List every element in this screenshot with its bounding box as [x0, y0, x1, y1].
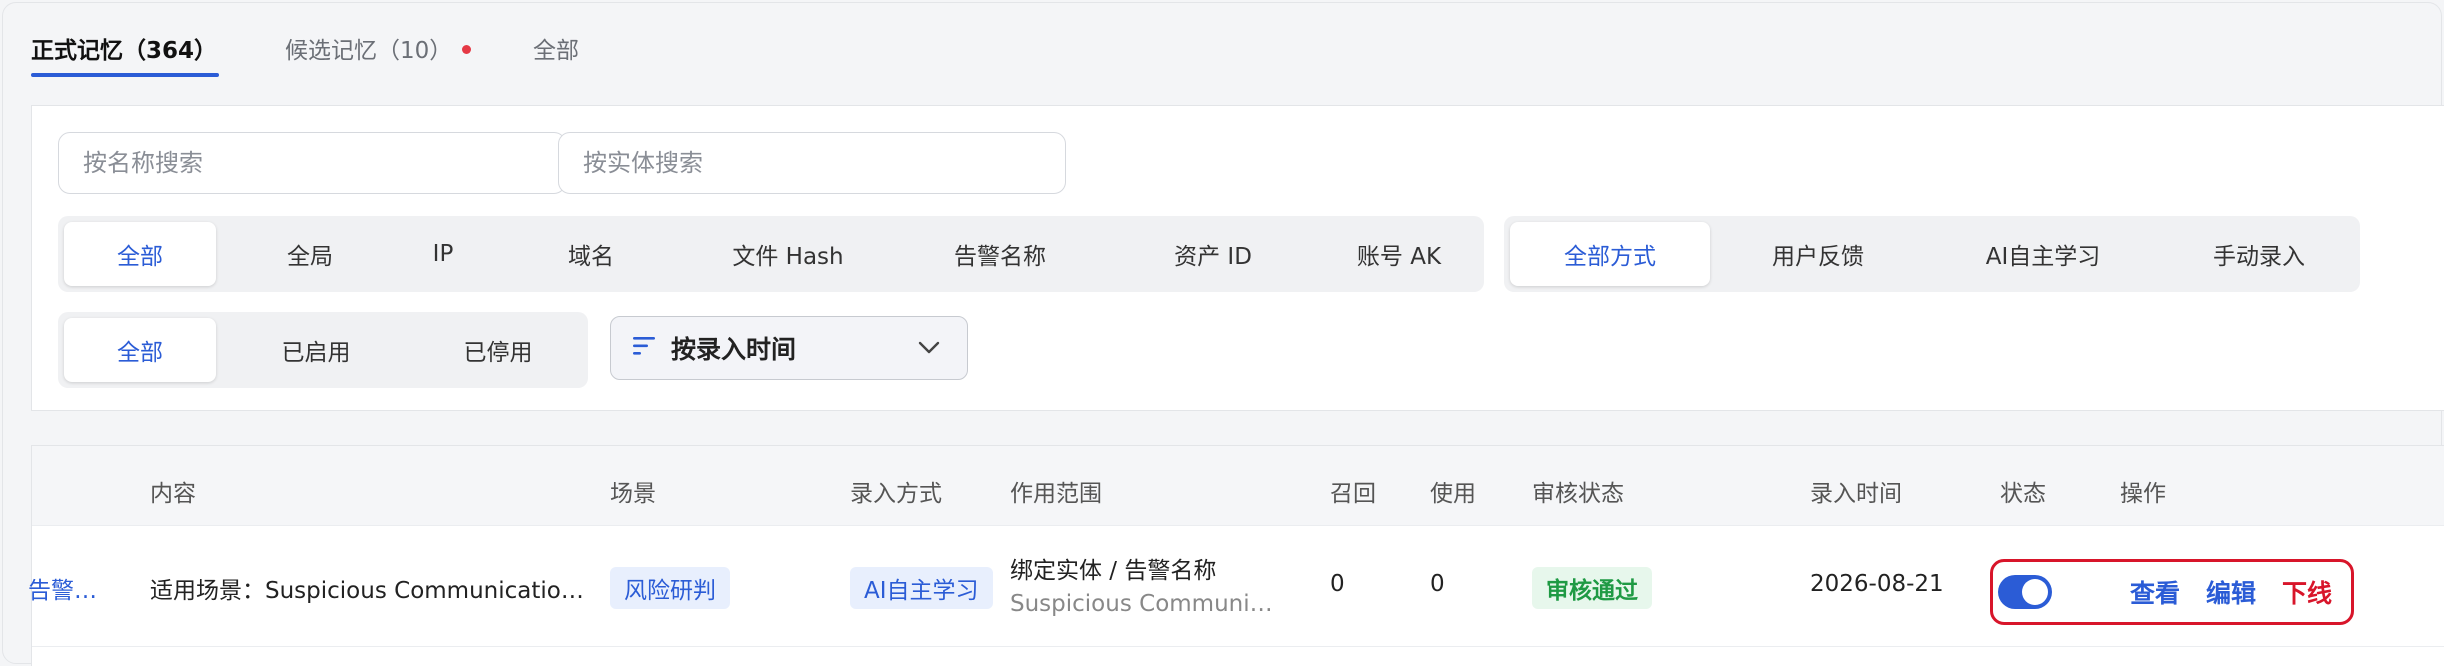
col-actions: 操作 [2120, 481, 2166, 507]
scope-sub: Suspicious Communi… [1010, 591, 1273, 617]
method-option-all[interactable]: 全部方式 [1510, 222, 1710, 286]
scope-main: 绑定实体 / 告警名称 [1010, 558, 1217, 584]
view-button[interactable]: 查看 [2130, 574, 2180, 610]
scope-option-asset-id[interactable]: 资产 ID [1128, 222, 1298, 286]
scope-option-account-ak[interactable]: 账号 AK [1314, 222, 1484, 286]
col-time: 录入时间 [1810, 481, 1902, 507]
col-method: 录入方式 [850, 481, 942, 507]
offline-button[interactable]: 下线 [2282, 574, 2332, 610]
search-by-entity-input[interactable] [583, 149, 1041, 177]
tab-formal-label: 正式记忆（364） [31, 38, 218, 64]
sort-dropdown-label: 按录入时间 [671, 335, 797, 364]
filter-panel: 全部 全局 IP 域名 文件 Hash 告警名称 资产 ID 账号 AK 全部方… [31, 105, 2444, 411]
col-review: 审核状态 [1532, 481, 1624, 507]
memory-table: 内容 场景 录入方式 作用范围 召回 使用 审核状态 录入时间 状态 操作 告警… [28, 445, 2444, 666]
col-recall: 召回 [1330, 481, 1376, 507]
tab-all-label: 全部 [533, 38, 579, 64]
sort-dropdown[interactable]: 按录入时间 [610, 316, 968, 380]
tab-all[interactable]: 全部 [533, 31, 579, 65]
unread-dot-icon [462, 45, 472, 54]
review-status-badge: 审核通过 [1532, 567, 1652, 609]
scope-option-all[interactable]: 全部 [64, 222, 216, 286]
tab-candidate-memory[interactable]: 候选记忆（10） [285, 31, 472, 65]
status-filter-segmented: 全部 已启用 已停用 [58, 312, 588, 388]
col-content: 内容 [150, 481, 196, 507]
scope-filter-segmented: 全部 全局 IP 域名 文件 Hash 告警名称 资产 ID 账号 AK [58, 216, 1484, 292]
col-usage: 使用 [1430, 481, 1476, 507]
chevron-down-icon [917, 337, 941, 363]
search-by-name-box [58, 132, 566, 194]
method-option-user-feedback[interactable]: 用户反馈 [1718, 222, 1918, 286]
col-scene: 场景 [610, 481, 656, 507]
scope-option-alert-name[interactable]: 告警名称 [910, 222, 1090, 286]
recall-count: 0 [1330, 571, 1345, 597]
table-row: 告警… 适用场景：Suspicious Communicatio… 风险研判 A… [28, 527, 2444, 647]
tab-candidate-label: 候选记忆（10） [285, 38, 453, 64]
status-option-disabled[interactable]: 已停用 [418, 318, 578, 382]
table-header: 内容 场景 录入方式 作用范围 召回 使用 审核状态 录入时间 状态 操作 [32, 446, 2444, 526]
sort-lines-icon [633, 335, 657, 361]
usage-count: 0 [1430, 571, 1445, 597]
tab-formal-memory[interactable]: 正式记忆（364） [31, 31, 217, 65]
status-option-all[interactable]: 全部 [64, 318, 216, 382]
entry-time: 2026-08-21 [1810, 571, 1944, 597]
scope-option-ip[interactable]: IP [388, 222, 498, 286]
col-scope: 作用范围 [1010, 481, 1102, 507]
search-by-name-input[interactable] [83, 149, 541, 177]
status-toggle[interactable] [1998, 575, 2052, 609]
search-by-entity-box [558, 132, 1066, 194]
app-frame: 正式记忆（364） 候选记忆（10） 全部 全部 全局 IP 域名 文件 Has… [2, 2, 2444, 666]
active-tab-underline [31, 73, 219, 77]
method-tag: AI自主学习 [850, 567, 993, 609]
edit-button[interactable]: 编辑 [2206, 574, 2256, 610]
status-option-enabled[interactable]: 已启用 [236, 318, 396, 382]
scope-option-global[interactable]: 全局 [246, 222, 374, 286]
scope-option-domain[interactable]: 域名 [526, 222, 656, 286]
row-content: 适用场景：Suspicious Communicatio… [150, 578, 584, 604]
scene-tag: 风险研判 [610, 567, 730, 609]
toggle-knob [2022, 579, 2048, 605]
scope-option-file-hash[interactable]: 文件 Hash [698, 222, 878, 286]
row-name-link[interactable]: 告警… [28, 571, 97, 605]
col-status: 状态 [2000, 481, 2046, 507]
method-option-manual[interactable]: 手动录入 [2164, 222, 2354, 286]
method-option-ai-learning[interactable]: AI自主学习 [1928, 222, 2158, 286]
method-filter-segmented: 全部方式 用户反馈 AI自主学习 手动录入 [1504, 216, 2360, 292]
